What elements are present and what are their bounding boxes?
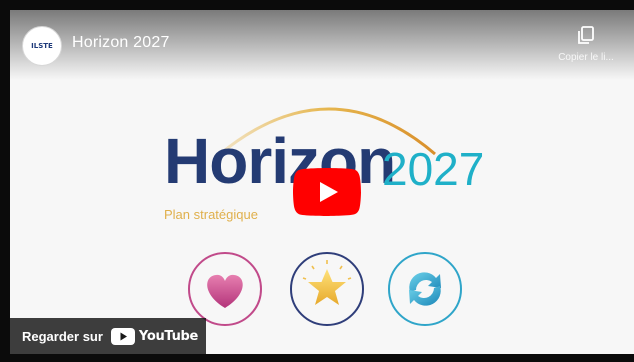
copy-link-button[interactable]: Copier le li... <box>546 24 626 74</box>
channel-avatar-text: ILSTE <box>31 42 53 50</box>
video-embed[interactable]: Horizon 2027 Plan stratégique ILSTE Hori… <box>0 0 634 362</box>
brand-subtitle: Plan stratégique <box>164 207 258 222</box>
channel-avatar[interactable]: ILSTE <box>22 26 62 66</box>
frame-edge-left <box>0 0 10 362</box>
watch-on-youtube-button[interactable]: Regarder sur YouTube <box>10 318 206 354</box>
star-icon <box>290 252 364 326</box>
watch-on-label: Regarder sur <box>22 328 103 344</box>
video-title[interactable]: Horizon 2027 <box>72 34 170 52</box>
refresh-icon <box>388 252 462 326</box>
frame-edge-top <box>0 0 634 10</box>
video-thumbnail[interactable]: Horizon 2027 Plan stratégique ILSTE Hori… <box>10 10 634 354</box>
frame-edge-bottom <box>0 354 634 362</box>
copy-icon <box>578 26 594 44</box>
copy-link-label: Copier le li... <box>558 52 614 63</box>
youtube-logo: YouTube <box>110 327 199 345</box>
play-button[interactable] <box>293 168 361 216</box>
value-icons <box>180 252 470 332</box>
brand-year: 2027 <box>382 143 485 195</box>
heart-icon <box>188 252 262 326</box>
youtube-wordmark: YouTube <box>138 328 199 344</box>
youtube-icon <box>110 327 135 345</box>
player-top-bar: ILSTE Horizon 2027 Copier le li... <box>10 10 634 80</box>
